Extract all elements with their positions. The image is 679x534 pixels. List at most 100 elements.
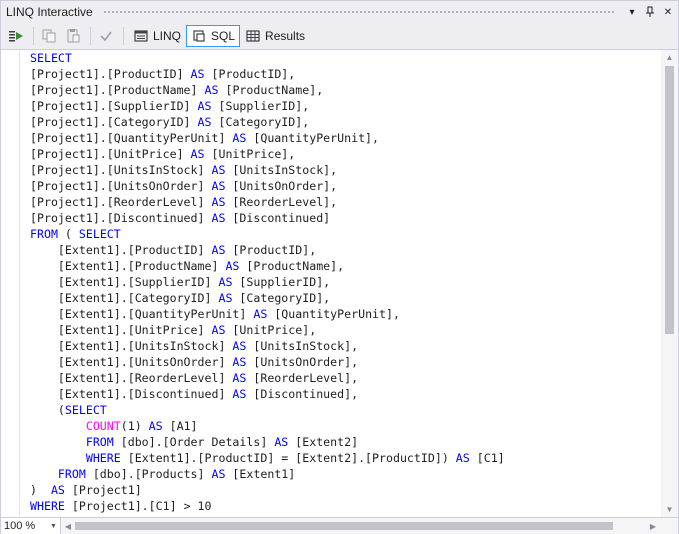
- horizontal-scroll-thumb[interactable]: [75, 522, 613, 530]
- results-view-label: Results: [265, 29, 306, 43]
- sql-keyword: AS: [211, 195, 226, 209]
- zoom-dropdown-icon[interactable]: ▼: [50, 523, 60, 530]
- code-text: [UnitsOnOrder],: [225, 179, 338, 193]
- code-line: [Extent1].[CategoryID] AS [CategoryID],: [30, 290, 662, 306]
- code-line: [Project1].[SupplierID] AS [SupplierID],: [30, 98, 662, 114]
- code-line: [Project1].[CategoryID] AS [CategoryID],: [30, 114, 662, 130]
- code-text: [Project1].[ProductName]: [30, 83, 205, 97]
- pin-icon-glyph: [646, 6, 654, 17]
- code-text: [ReorderLevel],: [225, 195, 338, 209]
- code-text: [UnitPrice],: [225, 323, 317, 337]
- close-icon[interactable]: ✕: [660, 4, 676, 20]
- code-text: ): [30, 483, 51, 497]
- sql-keyword: SELECT: [78, 227, 121, 241]
- title-bar[interactable]: LINQ Interactive ▾ ✕: [1, 1, 678, 23]
- sql-keyword: AS: [197, 115, 212, 129]
- code-text: [Extent1].[ProductID]: [30, 243, 212, 257]
- zoom-value: 100 %: [4, 520, 36, 532]
- checkmark-icon: [100, 31, 112, 42]
- paste-button[interactable]: [62, 25, 84, 47]
- paste-icon: [67, 29, 80, 43]
- code-text: (: [30, 403, 65, 417]
- sql-view-label: SQL: [211, 29, 236, 43]
- code-line: WHERE [Extent1].[ProductID] = [Extent2].…: [30, 450, 662, 466]
- code-text: [C1]: [469, 451, 505, 465]
- code-line: [Project1].[ProductID] AS [ProductID],: [30, 66, 662, 82]
- code-text: [UnitPrice],: [204, 147, 296, 161]
- sql-editor[interactable]: SELECT [Project1].[ProductID] AS [Product…: [1, 49, 678, 517]
- toolbar: LINQ SQL Results: [1, 23, 678, 49]
- sql-keyword: AS: [211, 179, 226, 193]
- copy-button[interactable]: [38, 25, 60, 47]
- scroll-right-arrow-icon[interactable]: ▶: [646, 518, 660, 534]
- scroll-down-arrow-icon[interactable]: ▼: [661, 502, 678, 517]
- code-line: FROM ( SELECT: [30, 226, 662, 242]
- code-text: [Extent1].[CategoryID]: [30, 291, 219, 305]
- code-text: [Discontinued],: [246, 387, 359, 401]
- code-line: [Project1].[ReorderLevel] AS [ReorderLev…: [30, 194, 662, 210]
- code-text: [Discontinued]: [225, 211, 331, 225]
- zoom-selector[interactable]: 100 % ▼: [1, 518, 61, 534]
- apply-button[interactable]: [95, 25, 117, 47]
- code-text: [UnitsInStock],: [246, 339, 359, 353]
- sql-keyword: AS: [232, 131, 247, 145]
- results-view-button[interactable]: Results: [240, 25, 310, 47]
- code-line: [Extent1].[ProductName] AS [ProductName]…: [30, 258, 662, 274]
- execute-button[interactable]: [5, 25, 27, 47]
- code-line: ) AS [Project1]: [30, 482, 662, 498]
- code-text: [Project1].[C1] > 10: [64, 499, 212, 513]
- code-text: [ProductID],: [204, 67, 296, 81]
- code-line: WHERE [Project1].[C1] > 10: [30, 498, 662, 514]
- sql-keyword: AS: [455, 451, 470, 465]
- sql-keyword: SELECT: [30, 51, 72, 65]
- code-text: [Project1]: [64, 483, 142, 497]
- editor-gutter-divider: [19, 50, 20, 517]
- code-line: [Project1].[UnitPrice] AS [UnitPrice],: [30, 146, 662, 162]
- code-text: [Extent2]: [288, 435, 359, 449]
- code-text: (1): [120, 419, 149, 433]
- sql-keyword: AS: [148, 419, 163, 433]
- code-text: [SupplierID],: [211, 99, 310, 113]
- sql-keyword: AS: [232, 371, 247, 385]
- sql-keyword: FROM: [57, 467, 86, 481]
- sql-keyword: AS: [211, 163, 226, 177]
- toolbar-separator: [33, 27, 34, 45]
- linq-view-button[interactable]: LINQ: [128, 25, 186, 47]
- sql-code-view[interactable]: SELECT [Project1].[ProductID] AS [Product…: [30, 50, 662, 516]
- execute-icon: [9, 31, 23, 42]
- copy-icon: [42, 29, 56, 43]
- scroll-left-arrow-icon[interactable]: ◀: [61, 518, 75, 534]
- sql-keyword: AS: [253, 307, 268, 321]
- pin-icon[interactable]: [642, 4, 658, 20]
- sql-keyword: AS: [218, 291, 233, 305]
- sql-function: COUNT: [85, 419, 121, 433]
- code-text: [Project1].[UnitsOnOrder]: [30, 179, 212, 193]
- code-text: [Extent1].[Discontinued]: [30, 387, 233, 401]
- scroll-up-arrow-icon[interactable]: ▲: [661, 50, 678, 65]
- vertical-scrollbar[interactable]: ▲ ▼: [661, 50, 678, 517]
- code-line: [Project1].[Discontinued] AS [Discontinu…: [30, 210, 662, 226]
- code-text: [UnitsInStock],: [225, 163, 338, 177]
- code-line: [Project1].[UnitsOnOrder] AS [UnitsOnOrd…: [30, 178, 662, 194]
- code-line: [Extent1].[QuantityPerUnit] AS [Quantity…: [30, 306, 662, 322]
- code-text: [Project1].[UnitPrice]: [30, 147, 191, 161]
- code-text: [Extent1].[ProductID] = [Extent2].[Produ…: [120, 451, 456, 465]
- code-line: FROM [dbo].[Order Details] AS [Extent2]: [30, 434, 662, 450]
- horizontal-scrollbar[interactable]: ◀ ▶: [61, 518, 678, 534]
- code-text: [ProductID],: [225, 243, 317, 257]
- vertical-scroll-thumb[interactable]: [665, 66, 674, 334]
- code-text: [SupplierID],: [232, 275, 331, 289]
- toolbar-separator: [123, 27, 124, 45]
- code-line: (SELECT: [30, 402, 662, 418]
- window-menu-dropdown-icon[interactable]: ▾: [624, 4, 640, 20]
- code-text: [Extent1].[UnitPrice]: [30, 323, 212, 337]
- drag-grip[interactable]: [102, 9, 616, 15]
- sql-view-button[interactable]: SQL: [186, 25, 241, 47]
- code-line: [Extent1].[ReorderLevel] AS [ReorderLeve…: [30, 370, 662, 386]
- editor-bottom-bar: 100 % ▼ ◀ ▶: [1, 517, 678, 534]
- code-text: [Project1].[Discontinued]: [30, 211, 212, 225]
- code-line: [Extent1].[Discontinued] AS [Discontinue…: [30, 386, 662, 402]
- sql-keyword: AS: [232, 387, 247, 401]
